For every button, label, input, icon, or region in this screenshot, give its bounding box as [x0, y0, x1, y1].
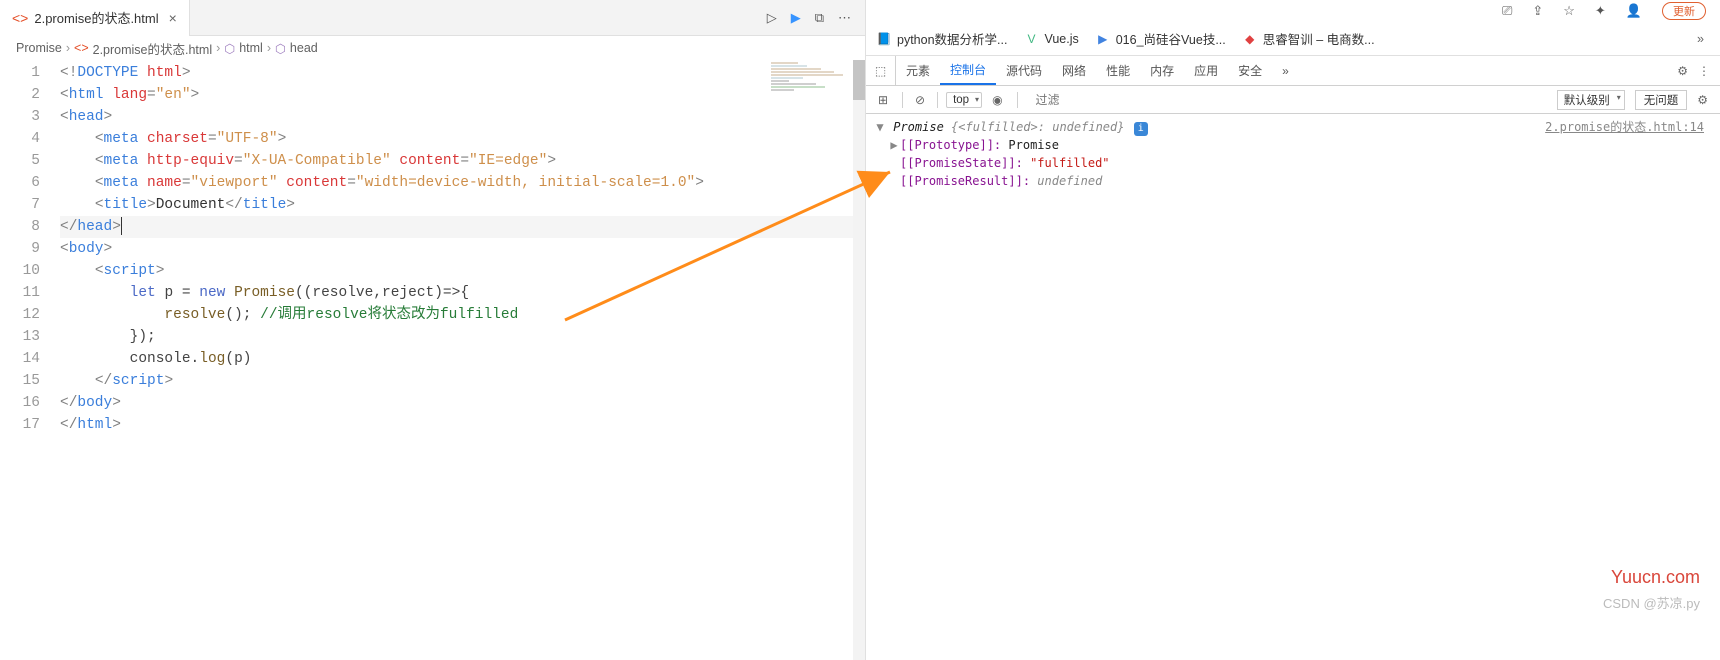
- devtools-tab[interactable]: 网络: [1052, 56, 1096, 85]
- breadcrumb-item[interactable]: Promise: [16, 41, 62, 55]
- bookmark-item[interactable]: 📘 python数据分析学...: [876, 29, 1007, 48]
- devtools-tabs: ⬚ 元素控制台源代码网络性能内存应用安全 » ⚙ ⋮: [866, 56, 1720, 86]
- console-content[interactable]: ▼ Promise {<fulfilled>: undefined} i 2.p…: [866, 114, 1720, 660]
- bookmark-overflow-icon[interactable]: »: [1691, 32, 1710, 46]
- property-value: "fulfilled": [1030, 156, 1109, 170]
- editor-scrollbar[interactable]: [853, 60, 865, 660]
- bookmark-favicon: 📘: [876, 31, 892, 47]
- expand-toggle-icon[interactable]: [888, 172, 900, 190]
- console-message[interactable]: ▼ Promise {<fulfilled>: undefined} i 2.p…: [866, 118, 1720, 136]
- breadcrumb-item[interactable]: 2.promise的状态.html: [93, 39, 212, 58]
- tab-actions: ▷ ▶ ⧉ ⋯: [753, 10, 865, 26]
- minimap[interactable]: [771, 62, 861, 122]
- bookmark-favicon: ▶: [1095, 31, 1111, 47]
- share-icon[interactable]: ⇪: [1532, 3, 1543, 19]
- cast-icon[interactable]: ⎚: [1502, 3, 1512, 19]
- console-property-row[interactable]: [[PromiseResult]]: undefined: [866, 172, 1720, 190]
- bookmark-item[interactable]: ◆ 思睿智训 – 电商数...: [1242, 29, 1375, 48]
- bookmark-label: python数据分析学...: [897, 29, 1007, 48]
- symbol-icon: ⬡: [224, 41, 235, 56]
- settings-gear-icon[interactable]: ⚙: [1677, 64, 1688, 78]
- clear-console-icon[interactable]: ⊘: [911, 93, 929, 107]
- extension-icon[interactable]: ✦: [1595, 3, 1606, 19]
- issues-button[interactable]: 无问题: [1635, 90, 1688, 110]
- devtools-tab[interactable]: 应用: [1184, 56, 1228, 85]
- devtools-tab[interactable]: 元素: [896, 56, 940, 85]
- context-selector[interactable]: top: [946, 92, 982, 108]
- symbol-icon: ⬡: [275, 41, 286, 56]
- bookmark-favicon: V: [1023, 31, 1039, 47]
- more-tabs-icon[interactable]: »: [1272, 56, 1299, 85]
- breadcrumb-separator: ›: [216, 41, 220, 55]
- console-property-row[interactable]: [[PromiseState]]: "fulfilled": [866, 154, 1720, 172]
- tab-bar: <> 2.promise的状态.html × ▷ ▶ ⧉ ⋯: [0, 0, 865, 36]
- devtools-pane: ⎚ ⇪ ☆ ✦ 👤 更新 📘 python数据分析学... V Vue.js ▶ 016_…: [866, 0, 1720, 660]
- editor-tab[interactable]: <> 2.promise的状态.html ×: [0, 0, 190, 36]
- devtools-tab[interactable]: 性能: [1096, 56, 1140, 85]
- code-area[interactable]: 1234567891011121314151617 <!DOCTYPE html…: [0, 60, 865, 660]
- breadcrumb: Promise › <> 2.promise的状态.html › ⬡ html …: [0, 36, 865, 60]
- live-expression-icon[interactable]: ◉: [986, 93, 1008, 107]
- breadcrumb-item[interactable]: head: [290, 41, 318, 55]
- bookmark-label: 思睿智训 – 电商数...: [1263, 29, 1375, 48]
- profile-icon[interactable]: 👤: [1626, 3, 1642, 19]
- source-link[interactable]: 2.promise的状态.html:14: [1545, 118, 1712, 136]
- run-icon[interactable]: ▷: [767, 10, 777, 26]
- editor-pane: <> 2.promise的状态.html × ▷ ▶ ⧉ ⋯ Promise ›…: [0, 0, 866, 660]
- expand-toggle-icon[interactable]: ▶: [888, 136, 900, 154]
- expand-toggle-icon[interactable]: [888, 154, 900, 172]
- bookmark-label: Vue.js: [1044, 32, 1078, 46]
- more-menu-icon[interactable]: ⋮: [1698, 64, 1710, 78]
- star-icon[interactable]: ☆: [1563, 3, 1575, 19]
- bookmark-bar: 📘 python数据分析学... V Vue.js ▶ 016_尚硅谷Vue技... ◆ 思睿…: [866, 22, 1720, 56]
- split-editor-icon[interactable]: ⧉: [815, 10, 824, 26]
- devtools-tab[interactable]: 源代码: [996, 56, 1052, 85]
- tab-filename: 2.promise的状态.html: [34, 8, 158, 27]
- console-settings-icon[interactable]: ⚙: [1691, 93, 1714, 107]
- property-value: Promise: [1008, 138, 1059, 152]
- bookmark-favicon: ◆: [1242, 31, 1258, 47]
- devtools-tab[interactable]: 安全: [1228, 56, 1272, 85]
- breadcrumb-item[interactable]: html: [239, 41, 263, 55]
- property-key: [[PromiseResult]]:: [900, 174, 1030, 188]
- watermark: Yuucn.com: [1611, 567, 1700, 588]
- sidebar-toggle-icon[interactable]: ⊞: [872, 86, 894, 113]
- run-debug-icon[interactable]: ▶: [791, 10, 801, 26]
- expand-toggle-icon[interactable]: ▼: [874, 118, 886, 136]
- property-key: [[PromiseState]]:: [900, 156, 1023, 170]
- console-toolbar: ⊞ ⊘ top ◉ 默认级别 无问题 ⚙: [866, 86, 1720, 114]
- bookmark-item[interactable]: ▶ 016_尚硅谷Vue技...: [1095, 29, 1226, 48]
- html-file-icon: <>: [12, 10, 28, 26]
- code-content[interactable]: <!DOCTYPE html><html lang="en"><head> <m…: [60, 60, 865, 660]
- bookmark-label: 016_尚硅谷Vue技...: [1116, 29, 1226, 48]
- property-key: [[Prototype]]:: [900, 138, 1001, 152]
- watermark: CSDN @苏凉.py: [1603, 593, 1700, 612]
- browser-toolbar: ⎚ ⇪ ☆ ✦ 👤 更新: [866, 0, 1720, 22]
- breadcrumb-separator: ›: [66, 41, 70, 55]
- more-actions-icon[interactable]: ⋯: [838, 10, 851, 26]
- inspect-icon[interactable]: ⬚: [866, 56, 896, 85]
- breadcrumb-separator: ›: [267, 41, 271, 55]
- info-badge-icon[interactable]: i: [1134, 122, 1148, 136]
- devtools-tab[interactable]: 内存: [1140, 56, 1184, 85]
- tab-close-icon[interactable]: ×: [169, 10, 177, 26]
- html-file-icon: <>: [74, 41, 89, 55]
- log-level-selector[interactable]: 默认级别: [1557, 90, 1625, 110]
- property-value: undefined: [1037, 174, 1102, 188]
- line-gutter: 1234567891011121314151617: [0, 60, 60, 660]
- console-property-row[interactable]: ▶[[Prototype]]: Promise: [866, 136, 1720, 154]
- console-object-label: Promise: [893, 120, 944, 134]
- devtools-tab[interactable]: 控制台: [940, 56, 996, 85]
- bookmark-item[interactable]: V Vue.js: [1023, 31, 1078, 47]
- update-button[interactable]: 更新: [1662, 2, 1706, 20]
- filter-input[interactable]: [1032, 91, 1547, 109]
